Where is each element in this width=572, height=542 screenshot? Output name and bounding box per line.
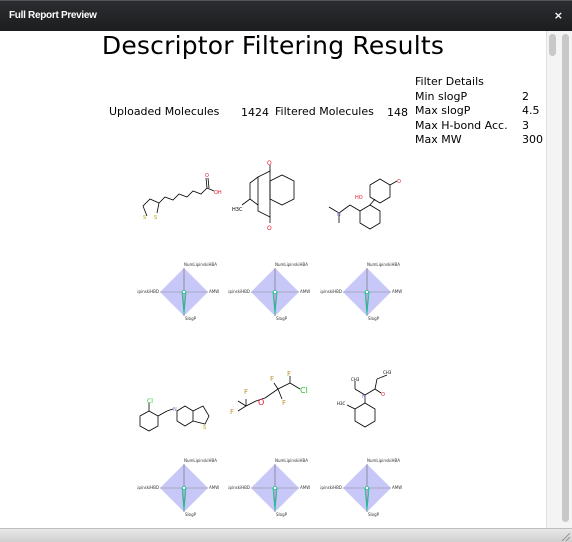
radar-label-top: NumLipinskiHBA: [367, 458, 400, 463]
svg-text:N: N: [337, 212, 341, 218]
radar-label-bottom: SlogP: [185, 512, 197, 517]
filter-value: 3: [522, 118, 529, 132]
svg-text:N: N: [173, 407, 177, 413]
filter-key: Max MW: [415, 133, 462, 146]
radar-center: [365, 486, 369, 490]
svg-text:O: O: [205, 173, 209, 179]
svg-text:O: O: [267, 225, 272, 232]
svg-text:S: S: [143, 215, 146, 221]
svg-text:S: S: [203, 425, 206, 431]
svg-text:CH3: CH3: [383, 370, 392, 375]
radar-label-left: NumLipinskiHBD: [228, 485, 250, 490]
radar-center: [182, 290, 186, 294]
svg-text:S: S: [154, 215, 157, 221]
filter-key: Max H-bond Acc.: [415, 118, 508, 132]
filter-row: Min slogP 2: [415, 90, 543, 105]
radar-plot: NumLipinskiHBA NumLipinskiHBD AMW SlogP: [320, 458, 402, 517]
report-content: Descriptor Filtering Results Uploaded Mo…: [0, 31, 546, 528]
window-titlebar: Full Report Preview ×: [0, 0, 572, 31]
filter-value: 2: [522, 89, 529, 103]
radar-label-bottom: SlogP: [368, 512, 380, 517]
report-title: Descriptor Filtering Results: [101, 31, 445, 60]
filtered-count: 148: [387, 106, 408, 119]
filter-key: Max slogP: [415, 104, 471, 117]
svg-text:F: F: [270, 375, 274, 383]
molecule-structure-crotamiton: N O CH3 CH3 H3C: [337, 370, 392, 428]
window-title: Full Report Preview: [9, 10, 97, 21]
radar-label-right: AMW: [209, 289, 219, 294]
radar-label-bottom: SlogP: [368, 316, 380, 321]
svg-text:CH3: CH3: [351, 377, 360, 382]
radar-label-left: NumLipinskiHBD: [320, 485, 342, 490]
svg-text:F: F: [244, 388, 248, 396]
filter-value: 4.5: [522, 104, 540, 117]
uploaded-count: 1424: [241, 106, 269, 119]
svg-text:O: O: [267, 160, 272, 167]
molecule-structure-ticlopidine: Cl N S: [139, 398, 210, 432]
close-icon[interactable]: ×: [554, 9, 563, 22]
radar-center: [273, 486, 277, 490]
radar-center: [273, 290, 277, 294]
svg-text:O: O: [381, 392, 385, 398]
svg-text:F: F: [287, 371, 291, 378]
radar-label-top: NumLipinskiHBA: [184, 262, 217, 267]
resize-grip-icon[interactable]: [560, 531, 570, 541]
radar-label-right: AMW: [300, 485, 310, 490]
svg-text:O: O: [397, 179, 401, 185]
svg-text:HO: HO: [355, 195, 363, 201]
filter-key: Min slogP: [415, 89, 468, 103]
svg-text:F: F: [282, 399, 286, 407]
radar-label-right: AMW: [209, 485, 219, 490]
window-scrollbar[interactable]: [558, 31, 572, 528]
radar-label-top: NumLipinskiHBA: [184, 458, 217, 463]
radar-label-top: NumLipinskiHBA: [367, 262, 400, 267]
svg-text:H3C: H3C: [337, 401, 346, 406]
filter-row: Max slogP 4.5: [415, 104, 543, 119]
molecule-structure-enflurane: F F O F F F Cl: [230, 371, 308, 416]
radar-label-bottom: SlogP: [185, 316, 197, 321]
svg-text:Cl: Cl: [300, 386, 308, 395]
scrollbar-thumb[interactable]: [562, 34, 569, 522]
molecule-structure-lipoic-acid: S S O OH: [142, 173, 222, 221]
filter-details-heading: Filter Details: [415, 75, 484, 88]
radar-label-top: NumLipinskiHBA: [275, 458, 308, 463]
svg-text:Cl: Cl: [147, 398, 153, 405]
radar-label-top: NumLipinskiHBA: [275, 262, 308, 267]
filtered-label: Filtered Molecules: [275, 105, 374, 118]
svg-text:N: N: [362, 394, 366, 400]
radar-label-left: NumLipinskiHBD: [137, 485, 159, 490]
radar-label-bottom: SlogP: [276, 316, 288, 321]
radar-label-right: AMW: [392, 289, 402, 294]
filter-row: Max MW 300: [415, 133, 543, 148]
filter-details: Filter Details Min slogP 2 Max slogP 4.5 M…: [415, 75, 543, 148]
radar-center: [182, 486, 186, 490]
radar-label-left: NumLipinskiHBD: [137, 289, 159, 294]
svg-text:O: O: [258, 398, 264, 407]
radar-label-bottom: SlogP: [276, 512, 288, 517]
svg-text:OH: OH: [214, 190, 222, 196]
svg-text:H3C: H3C: [232, 207, 243, 213]
radar-label-left: NumLipinskiHBD: [228, 289, 250, 294]
radar-label-right: AMW: [392, 485, 402, 490]
uploaded-label: Uploaded Molecules: [109, 105, 220, 118]
status-bar: [0, 528, 572, 542]
molecule-structure-tramadol: HO O N: [328, 178, 401, 230]
radar-label-right: AMW: [300, 289, 310, 294]
scrollbar-thumb[interactable]: [549, 34, 556, 56]
svg-text:F: F: [230, 408, 234, 416]
molecule-structure-menadione: O O H3C: [232, 160, 295, 232]
radar-center: [365, 290, 369, 294]
report-scrollbar[interactable]: [546, 31, 558, 528]
radar-label-left: NumLipinskiHBD: [320, 289, 342, 294]
filter-row: Max H-bond Acc. 3: [415, 119, 543, 134]
radar-plot: NumLipinskiHBA NumLipinskiHBD AMW SlogP: [320, 262, 402, 321]
filter-value: 300: [522, 133, 543, 146]
